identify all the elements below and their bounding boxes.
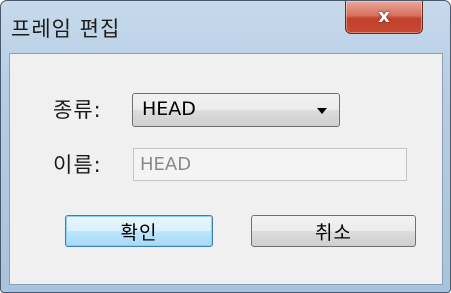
window-title: 프레임 편집 [11, 17, 121, 41]
close-icon: x [378, 6, 390, 27]
cancel-button[interactable]: 취소 [251, 215, 416, 247]
type-dropdown-value: HEAD [142, 98, 196, 120]
type-dropdown[interactable]: HEAD [132, 93, 340, 127]
dropdown-arrow-icon [317, 108, 327, 114]
ok-button[interactable]: 확인 [65, 215, 213, 247]
type-label: 종류: [53, 98, 102, 122]
name-label: 이름: [53, 153, 102, 177]
dialog-window: 프레임 편집 x 종류: HEAD 이름: HEAD 확인 취소 [0, 0, 451, 293]
dialog-body: 종류: HEAD 이름: HEAD 확인 취소 [9, 53, 443, 285]
close-button[interactable]: x [345, 1, 423, 34]
title-bar[interactable]: 프레임 편집 x [1, 1, 450, 53]
name-field: HEAD [133, 148, 407, 181]
